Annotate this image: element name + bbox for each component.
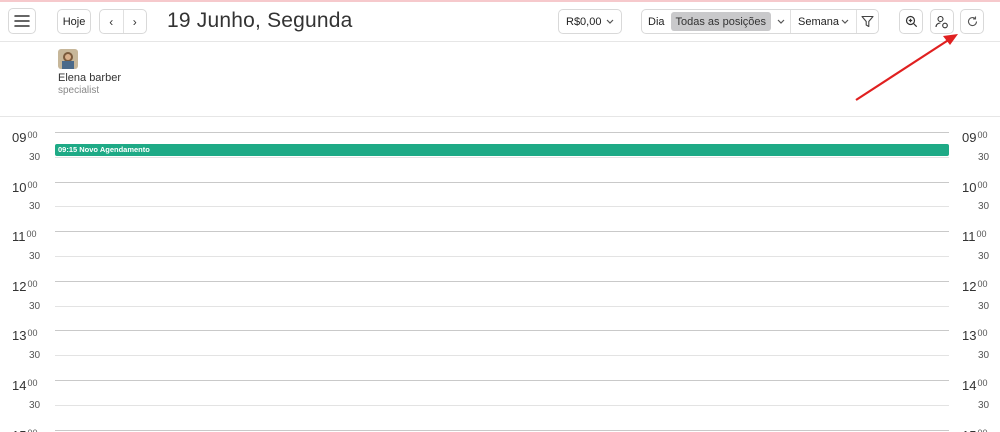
- minute-label: 00: [27, 130, 38, 140]
- positions-dropdown-toggle[interactable]: [771, 10, 792, 33]
- minute-label: 00: [27, 278, 38, 289]
- hour-gridline: [55, 231, 949, 233]
- half-hour-label-left: 30: [29, 201, 41, 213]
- minute-label: 00: [977, 278, 988, 289]
- minute-label: 00: [977, 378, 988, 388]
- hour-label: 12: [12, 278, 27, 294]
- half-hour-label-left: 30: [29, 399, 41, 411]
- time-label-right: 0900: [962, 130, 987, 145]
- appointment-block[interactable]: 09:15 Novo Agendamento: [55, 144, 949, 156]
- hour-label: 13: [12, 328, 27, 344]
- resource-role: specialist: [58, 85, 100, 96]
- hour-label: 14: [12, 378, 27, 393]
- hour-gridline: [55, 181, 949, 183]
- time-label-right: 1200: [962, 279, 987, 294]
- hour-label: 12: [962, 278, 977, 294]
- minute-label: 00: [977, 428, 987, 432]
- hour-gridline: [55, 429, 949, 431]
- menu-button[interactable]: [8, 8, 36, 34]
- menu-icon: [14, 15, 30, 27]
- half-hour-label-right: 30: [978, 201, 990, 213]
- prev-day-button[interactable]: ‹: [100, 10, 123, 33]
- today-button[interactable]: Hoje: [57, 9, 91, 34]
- half-hour-gridline: [55, 404, 949, 406]
- user-settings-icon: [935, 15, 949, 29]
- time-label-left: 1200: [12, 279, 37, 294]
- half-hour-label-left: 30: [29, 251, 41, 262]
- time-label-left: 1500: [12, 428, 37, 432]
- half-hour-label-right: 30: [978, 350, 990, 362]
- chevron-down-icon: [841, 19, 849, 24]
- half-hour-gridline: [55, 355, 949, 357]
- hour-gridline: [55, 330, 949, 332]
- half-hour-label-right: 30: [978, 399, 990, 411]
- hour-label: 09: [962, 130, 977, 145]
- revenue-dropdown[interactable]: R$0,00: [558, 9, 622, 34]
- time-label-left: 1400: [12, 378, 37, 393]
- half-hour-label-left: 30: [29, 300, 41, 312]
- hour-label: 15: [962, 428, 976, 432]
- time-label-right: 1100: [962, 229, 987, 244]
- minute-label: 00: [27, 328, 38, 339]
- half-hour-gridline: [55, 156, 949, 158]
- minute-label: 00: [977, 130, 988, 140]
- minute-label: 00: [977, 328, 988, 339]
- date-navigation: ‹ ›: [99, 9, 147, 34]
- time-grid: 0900 0900 30 30 1000 1000 30 30 1100 1100 30 30 1200…: [0, 118, 1000, 432]
- half-hour-label-right: 30: [978, 251, 990, 262]
- hour-label: 10: [12, 179, 27, 195]
- next-day-button[interactable]: ›: [122, 10, 147, 33]
- hour-label: 15: [12, 428, 26, 432]
- half-hour-label-right: 30: [978, 300, 990, 312]
- page-title: 19 Junho, Segunda: [167, 9, 353, 32]
- day-view-tab[interactable]: Dia: [642, 10, 671, 33]
- chevron-down-icon: [777, 19, 785, 24]
- time-label-right: 1000: [962, 180, 987, 195]
- half-hour-gridline: [55, 206, 949, 208]
- half-hour-label-left: 30: [29, 151, 41, 163]
- time-label-right: 1400: [962, 378, 987, 393]
- avatar[interactable]: [58, 49, 78, 69]
- hour-label: 11: [12, 229, 26, 245]
- resource-name: Elena barber: [58, 72, 121, 84]
- hour-gridline: [55, 280, 949, 282]
- week-view-label: Semana: [798, 15, 839, 28]
- hour-label: 14: [962, 378, 977, 393]
- filter-icon: [861, 15, 874, 28]
- minute-label: 00: [27, 179, 38, 190]
- half-hour-gridline: [55, 256, 949, 257]
- positions-select[interactable]: Todas as posições: [670, 12, 772, 31]
- revenue-value: R$0,00: [566, 15, 602, 28]
- refresh-button[interactable]: [960, 9, 984, 34]
- annotation-arrow: [855, 34, 958, 101]
- minute-label: 00: [27, 378, 38, 388]
- half-hour-gridline: [55, 305, 949, 307]
- week-view-dropdown[interactable]: Semana: [791, 10, 858, 33]
- time-label-left: 1000: [12, 180, 37, 195]
- chevron-down-icon: [606, 19, 614, 24]
- minute-label: 00: [27, 428, 37, 432]
- zoom-in-icon: [905, 15, 918, 28]
- time-label-right: 1500: [962, 428, 987, 432]
- minute-label: 00: [976, 229, 987, 240]
- minute-label: 00: [26, 229, 37, 240]
- half-hour-label-right: 30: [978, 151, 990, 163]
- time-label-left: 0900: [12, 130, 37, 145]
- refresh-icon: [966, 15, 979, 28]
- hour-label: 13: [962, 328, 977, 344]
- time-label-left: 1300: [12, 328, 37, 343]
- hour-gridline: [55, 132, 949, 133]
- time-label-left: 1100: [12, 229, 37, 244]
- hour-gridline: [55, 380, 949, 381]
- half-hour-label-left: 30: [29, 350, 41, 362]
- hour-label: 10: [962, 179, 977, 195]
- view-switcher: Dia Todas as posições Semana: [641, 9, 879, 34]
- minute-label: 00: [977, 179, 988, 190]
- hour-label: 11: [962, 229, 976, 245]
- hour-label: 09: [12, 130, 27, 145]
- time-label-right: 1300: [962, 328, 987, 343]
